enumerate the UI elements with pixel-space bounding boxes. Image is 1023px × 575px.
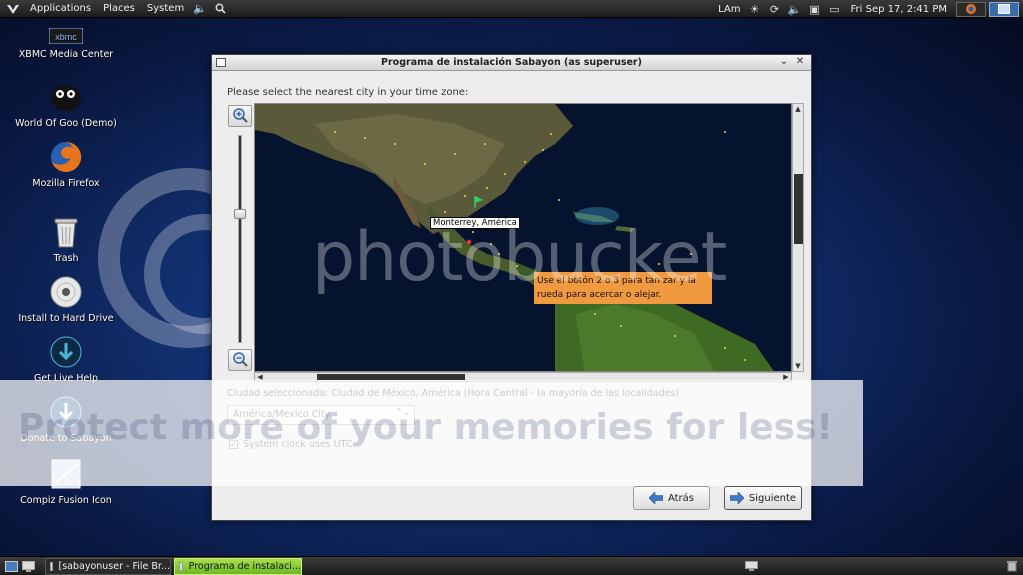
map-tooltip: Use el botón 2 o 3 para tan zar y la rue…	[534, 272, 712, 304]
trash-icon	[48, 214, 84, 250]
search-icon[interactable]	[213, 2, 227, 16]
scroll-down-icon[interactable]: ▼	[793, 361, 803, 371]
timezone-select-value: América/Mexico City	[233, 409, 331, 420]
help-icon	[48, 334, 84, 370]
system-clock-checkbox[interactable]: ✓	[229, 440, 238, 449]
desktop-icon-label: XBMC Media Center	[18, 49, 114, 60]
clock[interactable]: Fri Sep 17, 2:41 PM	[845, 4, 954, 15]
window-menu-icon[interactable]	[216, 58, 226, 67]
scroll-up-icon[interactable]: ▲	[793, 104, 803, 114]
next-button[interactable]: Siguiente	[724, 486, 802, 510]
back-button-label: Atrás	[667, 492, 695, 504]
back-button[interactable]: Atrás	[633, 486, 710, 510]
monitor-icon[interactable]	[744, 559, 758, 573]
zoom-slider-thumb[interactable]	[234, 209, 246, 219]
map-horizontal-scrollbar[interactable]: ◀ ▶	[254, 372, 792, 382]
desktop-icon-xbmc[interactable]: xbmc XBMC Media Center	[11, 26, 121, 60]
horizontal-scroll-thumb[interactable]	[317, 374, 465, 380]
zoom-out-icon	[232, 351, 248, 370]
desktop-icon-world-of-goo[interactable]: World Of Goo (Demo)	[11, 79, 121, 129]
close-icon[interactable]: ✕	[793, 56, 807, 67]
desktop-icon-label: Get Live Help	[33, 373, 99, 384]
firefox-icon	[48, 139, 84, 175]
timezone-map[interactable]: Monterrey, América Use el botón 2 o 3 pa…	[254, 103, 792, 372]
select-chevron-icon: ⌃⌄	[394, 408, 410, 418]
bottom-panel: [sabayonuser - File Br... Programa de in…	[0, 556, 1023, 575]
top-panel: Applications Places System 🔈 LAm ☀ ⟳ 🔈 ▣…	[0, 0, 1023, 18]
task-label: [sabayonuser - File Br...	[58, 561, 171, 572]
show-desktop-icon[interactable]	[3, 559, 19, 573]
zoom-in-icon	[232, 107, 248, 126]
desktop-icon-label: Compiz Fusion Icon	[20, 495, 112, 506]
volume-icon[interactable]: 🔈	[193, 2, 207, 16]
compiz-icon	[48, 456, 84, 492]
scroll-left-icon[interactable]: ◀	[255, 373, 265, 381]
menu-places[interactable]: Places	[97, 0, 141, 18]
map-vertical-scrollbar[interactable]: ▲ ▼	[792, 103, 804, 372]
system-tray: LAm ☀ ⟳ 🔈 ▣ ▭ Fri Sep 17, 2:41 PM	[714, 0, 1019, 18]
desktop-icon-label: Install to Hard Drive	[18, 313, 114, 324]
weather-sun-icon[interactable]: ☀	[748, 2, 762, 16]
system-clock-option[interactable]: ✓ System clock uses UTC	[229, 439, 352, 450]
svg-text:xbmc: xbmc	[55, 32, 77, 42]
timezone-prompt: Please select the nearest city in your t…	[227, 87, 469, 98]
installer-window: Programa de instalación Sabayon (as supe…	[211, 54, 812, 521]
arrow-right-icon	[729, 492, 744, 504]
show-desktop-button[interactable]	[989, 1, 1019, 17]
vertical-scroll-thumb[interactable]	[794, 174, 803, 244]
world-map-graphic	[255, 104, 774, 371]
task-installer[interactable]: Programa de instalaci...	[174, 558, 302, 575]
desktop-icon-firefox[interactable]: Mozilla Firefox	[11, 139, 121, 189]
network-icon[interactable]: ▣	[808, 2, 822, 16]
zoom-slider[interactable]	[238, 135, 242, 343]
volume-tray-icon[interactable]: 🔈	[788, 2, 802, 16]
scroll-right-icon[interactable]: ▶	[781, 373, 791, 381]
workspace-icon[interactable]	[20, 559, 36, 573]
donate-icon	[48, 394, 84, 430]
desktop-icon-compiz[interactable]: Compiz Fusion Icon	[11, 456, 121, 506]
zoom-in-button[interactable]	[228, 105, 252, 127]
system-clock-label: System clock uses UTC	[243, 439, 353, 450]
task-file-browser[interactable]: [sabayonuser - File Br...	[45, 558, 171, 575]
goo-ball-icon	[48, 79, 84, 115]
task-label: Programa de instalaci...	[188, 561, 301, 572]
file-browser-icon	[50, 562, 53, 571]
keyboard-layout[interactable]: LAm	[714, 4, 744, 15]
trash-panel-icon[interactable]	[1004, 559, 1020, 573]
desktop-icon-label: Mozilla Firefox	[32, 178, 100, 189]
menu-system[interactable]: System	[141, 0, 190, 18]
window-title: Programa de instalación Sabayon (as supe…	[381, 57, 642, 68]
firefox-launcher[interactable]	[956, 1, 986, 17]
next-button-label: Siguiente	[748, 492, 797, 504]
minimize-icon[interactable]: ⌄	[777, 56, 791, 67]
window-titlebar[interactable]: Programa de instalación Sabayon (as supe…	[212, 55, 811, 71]
display-icon[interactable]: ▭	[828, 2, 842, 16]
zoom-out-button[interactable]	[228, 349, 252, 371]
desktop-icon-donate[interactable]: Donate to Sabayon	[11, 394, 121, 444]
hover-city-label: Monterrey, América	[430, 217, 520, 229]
xbmc-icon: xbmc	[48, 26, 84, 46]
desktop-icon-live-help[interactable]: Get Live Help	[11, 334, 121, 384]
menu-applications[interactable]: Applications	[24, 0, 97, 18]
arrow-left-icon	[648, 492, 663, 504]
cd-icon	[48, 274, 84, 310]
desktop-icon-label: Donate to Sabayon	[20, 433, 112, 444]
timezone-select[interactable]: América/Mexico City ⌃⌄	[227, 405, 415, 425]
installer-task-icon	[179, 562, 183, 571]
sabayon-logo-icon[interactable]	[6, 2, 20, 16]
selected-city-text: Ciudad seleccionada: Ciudad de México, A…	[227, 388, 680, 399]
update-notifier-icon[interactable]: ⟳	[768, 2, 782, 16]
desktop-icon-label: World Of Goo (Demo)	[15, 118, 117, 129]
main-menu: Applications Places System	[24, 0, 190, 18]
